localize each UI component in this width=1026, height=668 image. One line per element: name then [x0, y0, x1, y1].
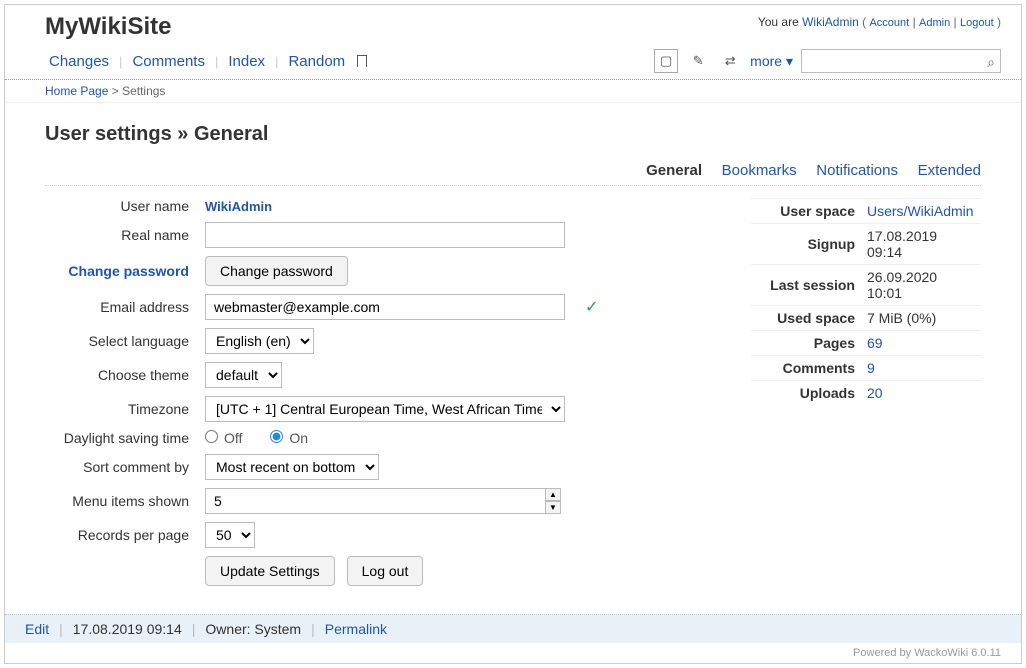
stat-uploads-link[interactable]: 20 — [867, 385, 883, 401]
breadcrumb-current: Settings — [122, 84, 165, 98]
menu-changes[interactable]: Changes — [45, 51, 113, 72]
email-input[interactable] — [205, 294, 565, 320]
stat-usedspace-label: Used space — [751, 306, 861, 331]
menu-items-down-icon[interactable]: ▼ — [545, 501, 561, 514]
language-select[interactable]: English (en) — [205, 328, 314, 354]
footer-edit-link[interactable]: Edit — [25, 621, 49, 637]
menu-items-up-icon[interactable]: ▲ — [545, 488, 561, 501]
page-title: User settings » General — [45, 123, 981, 146]
account-link[interactable]: Account — [869, 17, 909, 29]
stat-usedspace-value: 7 MiB (0%) — [861, 306, 981, 331]
stat-userspace-label: User space — [751, 199, 861, 224]
label-records: Records per page — [45, 527, 205, 543]
admin-link[interactable]: Admin — [919, 17, 950, 29]
bookmark-icon[interactable] — [357, 55, 367, 67]
footer-permalink-link[interactable]: Permalink — [325, 621, 387, 637]
label-sort-comment: Sort comment by — [45, 459, 205, 475]
realname-input[interactable] — [205, 222, 565, 248]
records-select[interactable]: 50 — [205, 522, 255, 548]
breadcrumb: Home Page > Settings — [5, 80, 1021, 103]
footer-owner-label: Owner: — [205, 621, 254, 637]
tab-extended[interactable]: Extended — [918, 162, 981, 179]
label-dst: Daylight saving time — [45, 430, 205, 446]
you-are-label: You are — [758, 15, 802, 29]
stat-signup-label: Signup — [751, 224, 861, 265]
logout-link[interactable]: Logout — [960, 17, 994, 29]
powered-by: Powered by WackoWiki 6.0.11 — [5, 643, 1021, 663]
dst-off-radio[interactable] — [205, 430, 218, 443]
breadcrumb-home[interactable]: Home Page — [45, 84, 108, 98]
change-password-button[interactable]: Change password — [205, 256, 348, 286]
top-menu: Changes| Comments| Index| Random — [45, 51, 367, 72]
sort-comment-select[interactable]: Most recent on bottom — [205, 454, 379, 480]
dst-on-label: On — [289, 430, 308, 446]
search-icon[interactable]: ⌕ — [987, 54, 995, 71]
logout-button[interactable]: Log out — [347, 556, 424, 586]
dst-off-label: Off — [224, 430, 242, 446]
stat-signup-value: 17.08.2019 09:14 — [861, 224, 981, 265]
tab-general[interactable]: General — [646, 162, 702, 179]
dst-on-radio[interactable] — [270, 430, 283, 443]
site-title: MyWikiSite — [45, 13, 171, 41]
label-email: Email address — [45, 299, 205, 315]
username-value[interactable]: WikiAdmin — [205, 199, 272, 214]
stat-uploads-label: Uploads — [751, 381, 861, 406]
footer-owner-value: System — [254, 621, 301, 637]
email-verified-icon: ✓ — [585, 297, 598, 317]
label-menu-items: Menu items shown — [45, 493, 205, 509]
stat-comments-label: Comments — [751, 356, 861, 381]
username-link[interactable]: WikiAdmin — [802, 15, 859, 29]
menu-random[interactable]: Random — [284, 51, 349, 72]
change-password-link[interactable]: Change password — [68, 263, 189, 279]
menu-index[interactable]: Index — [224, 51, 269, 72]
stat-userspace-link[interactable]: Users/WikiAdmin — [867, 203, 974, 219]
label-theme: Choose theme — [45, 367, 205, 383]
label-timezone: Timezone — [45, 401, 205, 417]
stat-pages-label: Pages — [751, 331, 861, 356]
footer-date: 17.08.2019 09:14 — [73, 621, 182, 637]
timezone-select[interactable]: [UTC + 1] Central European Time, West Af… — [205, 396, 565, 422]
tab-bookmarks[interactable]: Bookmarks — [722, 162, 797, 179]
label-username: User name — [45, 198, 205, 214]
settings-tabs: General Bookmarks Notifications Extended — [45, 156, 981, 186]
edit-page-icon[interactable]: ✎ — [686, 49, 710, 73]
menu-comments[interactable]: Comments — [128, 51, 209, 72]
stat-lastsession-label: Last session — [751, 265, 861, 306]
footer-bar: Edit | 17.08.2019 09:14 | Owner: System … — [5, 614, 1021, 643]
stat-lastsession-value: 26.09.2020 10:01 — [861, 265, 981, 306]
more-dropdown[interactable]: more ▾ — [750, 53, 793, 70]
label-language: Select language — [45, 333, 205, 349]
settings-form: User name WikiAdmin Real name Change pas… — [45, 198, 721, 594]
update-settings-button[interactable]: Update Settings — [205, 556, 335, 586]
label-realname: Real name — [45, 227, 205, 243]
user-info-line: You are WikiAdmin ( Account | Admin | Lo… — [758, 13, 1001, 29]
theme-select[interactable]: default — [205, 362, 282, 388]
menu-items-input[interactable] — [205, 488, 545, 514]
user-stats-panel: User space Users/WikiAdmin Signup17.08.20… — [751, 198, 981, 594]
search-input[interactable] — [801, 49, 1001, 73]
view-page-icon[interactable]: ▢ — [654, 49, 678, 73]
tab-notifications[interactable]: Notifications — [816, 162, 898, 179]
settings-toggle-icon[interactable]: ⇄ — [718, 49, 742, 73]
stat-pages-link[interactable]: 69 — [867, 335, 883, 351]
stat-comments-link[interactable]: 9 — [867, 360, 875, 376]
